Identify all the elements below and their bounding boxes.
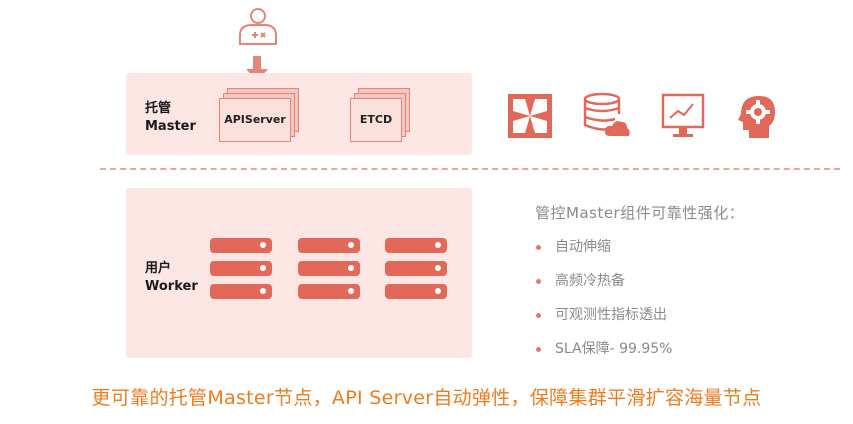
feature-item-text: 高频冷热备 bbox=[555, 273, 625, 289]
worker-label-en: Worker bbox=[145, 279, 198, 294]
caption-text: 更可靠的托管Master节点，API Server自动弹性，保障集群平滑扩容海量… bbox=[91, 387, 762, 409]
etcd-component: ETCD bbox=[350, 88, 410, 142]
list-item: 可观测性指标透出 bbox=[536, 304, 667, 324]
feature-item-text: SLA保障- 99.95% bbox=[555, 341, 673, 357]
etcd-label: ETCD bbox=[359, 113, 393, 126]
master-label-cn: 托管 bbox=[145, 101, 172, 116]
monitor-chart-icon bbox=[661, 93, 705, 137]
bullet-dot bbox=[536, 312, 541, 318]
bullet-dot bbox=[536, 278, 541, 284]
list-item: 自动伸缩 bbox=[536, 236, 611, 256]
worker-label: 用户 Worker bbox=[145, 260, 198, 296]
master-label-en: Master bbox=[145, 119, 196, 134]
worker-label-cn: 用户 bbox=[145, 261, 172, 276]
section-divider bbox=[100, 168, 840, 170]
admin-user-icon bbox=[239, 8, 277, 45]
database-cloud-icon bbox=[583, 92, 630, 136]
apiserver-component: APIServer bbox=[219, 88, 299, 142]
head-gear-icon bbox=[738, 96, 775, 138]
bullet-dot bbox=[536, 346, 541, 352]
list-item: 高频冷热备 bbox=[536, 270, 625, 290]
bullet-dot bbox=[536, 244, 541, 250]
expand-arrows-icon bbox=[508, 94, 552, 138]
feature-item-text: 自动伸缩 bbox=[555, 239, 611, 255]
list-item: SLA保障- 99.95% bbox=[536, 338, 672, 358]
feature-item-text: 可观测性指标透出 bbox=[555, 307, 667, 323]
apiserver-label: APIServer bbox=[224, 113, 286, 126]
features-title: 管控Master组件可靠性强化： bbox=[535, 204, 745, 222]
master-label: 托管 Master bbox=[145, 100, 196, 136]
